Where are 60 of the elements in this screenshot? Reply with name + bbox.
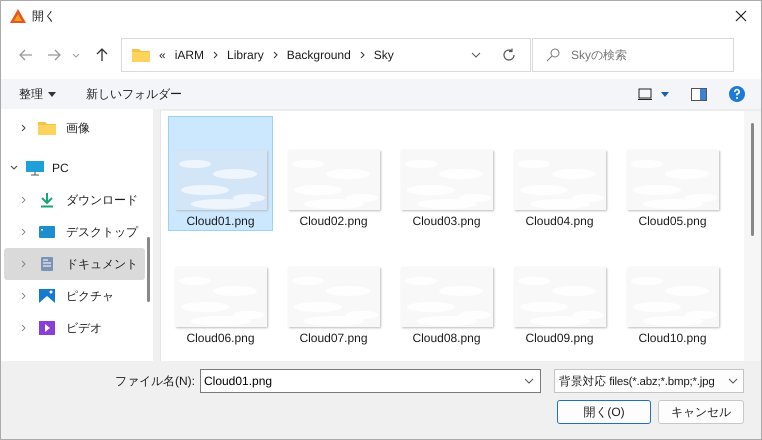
open-button[interactable]: 開く(O): [557, 400, 651, 424]
chevron-right-icon[interactable]: [360, 51, 365, 59]
sidebar-item[interactable]: デスクトップ: [4, 216, 145, 248]
file-tile[interactable]: Cloud03.png: [394, 116, 499, 231]
path-overflow-mark[interactable]: «: [159, 48, 166, 62]
download-arrow-icon: [38, 192, 56, 208]
sidebar-item[interactable]: ピクチャ: [4, 280, 145, 312]
file-tile[interactable]: Cloud08.png: [394, 233, 499, 348]
new-folder-button[interactable]: 新しいフォルダー: [78, 82, 190, 106]
window-title: 開く: [32, 8, 56, 24]
chevron-down-icon[interactable]: [10, 164, 18, 172]
document-icon: [38, 256, 56, 272]
caret-icon[interactable]: [661, 92, 669, 96]
triangle-logo-icon: [10, 9, 26, 23]
cancel-button[interactable]: キャンセル: [658, 400, 744, 424]
monitor-icon: [26, 160, 44, 176]
file-type-dropdown[interactable]: 背景対応 files(*.abz;*.bmp;*.jpg: [554, 369, 744, 393]
file-name-field[interactable]: Cloud01.png: [200, 369, 541, 393]
chevron-right-icon[interactable]: [272, 51, 278, 59]
breadcrumb[interactable]: Library: [227, 48, 264, 62]
sidebar-item[interactable]: ビデオ: [4, 312, 145, 344]
breadcrumb[interactable]: Sky: [374, 48, 394, 62]
chevron-down-icon[interactable]: [524, 378, 534, 384]
view-icon[interactable]: [638, 88, 652, 100]
address-bar[interactable]: « iARM Library Background Sky: [121, 38, 531, 72]
folder-icon: [38, 120, 56, 136]
close-icon[interactable]: [735, 10, 747, 22]
file-tile[interactable]: Cloud04.png: [507, 116, 612, 231]
chevron-right-icon[interactable]: [213, 51, 218, 59]
breadcrumb[interactable]: Background: [286, 48, 351, 62]
sidebar-item[interactable]: PC: [4, 152, 145, 184]
sidebar-item[interactable]: 画像: [4, 112, 145, 144]
chevron-down-icon[interactable]: [471, 52, 481, 58]
file-tile[interactable]: Cloud01.png: [168, 116, 273, 231]
preview-pane-icon[interactable]: [691, 88, 707, 100]
sidebar-item[interactable]: ダウンロード: [4, 184, 145, 216]
refresh-icon[interactable]: [502, 48, 516, 62]
chevron-right-icon[interactable]: [20, 124, 28, 132]
image-icon: [38, 288, 56, 304]
desktop-icon: [38, 224, 56, 240]
breadcrumb[interactable]: iARM: [174, 48, 204, 62]
file-tile[interactable]: Cloud07.png: [281, 233, 386, 348]
help-icon[interactable]: [729, 86, 745, 102]
file-tile[interactable]: Cloud05.png: [620, 116, 725, 231]
file-tile[interactable]: Cloud10.png: [620, 233, 725, 348]
caret-icon: [48, 92, 56, 96]
file-tile[interactable]: Cloud09.png: [507, 233, 612, 348]
file-tile[interactable]: Cloud02.png: [281, 116, 386, 231]
search-icon: [546, 48, 560, 62]
up-arrow-icon[interactable]: [96, 48, 108, 62]
chevron-down-icon: [728, 378, 738, 384]
folder-icon: [132, 48, 150, 62]
file-tile[interactable]: Cloud06.png: [168, 233, 273, 348]
video-icon: [38, 320, 56, 336]
forward-arrow-icon[interactable]: [47, 49, 61, 61]
organize-menu-button[interactable]: 整理: [11, 82, 64, 106]
sidebar-item[interactable]: ドキュメント: [4, 248, 145, 280]
file-name-label: ファイル名(N):: [115, 372, 195, 390]
back-arrow-icon[interactable]: [19, 49, 33, 61]
search-field[interactable]: Skyの検索: [532, 38, 734, 72]
